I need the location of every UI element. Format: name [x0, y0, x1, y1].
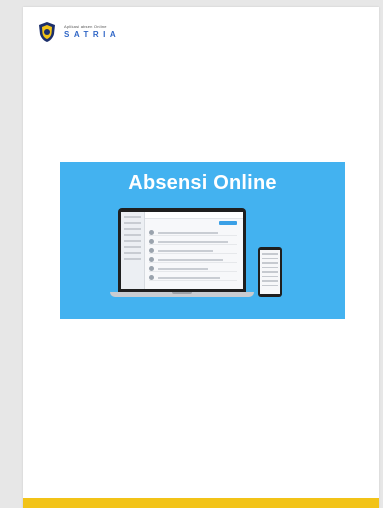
- laptop-mockup-image: [110, 208, 254, 297]
- hero-banner: Absensi Online: [60, 162, 345, 319]
- phone-mockup-image: [258, 247, 282, 297]
- banner-title: Absensi Online: [128, 172, 277, 194]
- logo-brand: SATRIA: [64, 30, 121, 39]
- app-sidebar-mock: [121, 212, 145, 289]
- logo-subtitle: Aplikasi absen Online: [64, 24, 107, 29]
- footer-accent-bar: [23, 498, 379, 508]
- document-page: Aplikasi absen Online SATRIA Absensi Onl…: [23, 7, 379, 508]
- app-logo: Aplikasi absen Online SATRIA: [37, 21, 120, 43]
- shield-badge-icon: [39, 22, 55, 42]
- laptop-app-screenshot: [121, 212, 243, 289]
